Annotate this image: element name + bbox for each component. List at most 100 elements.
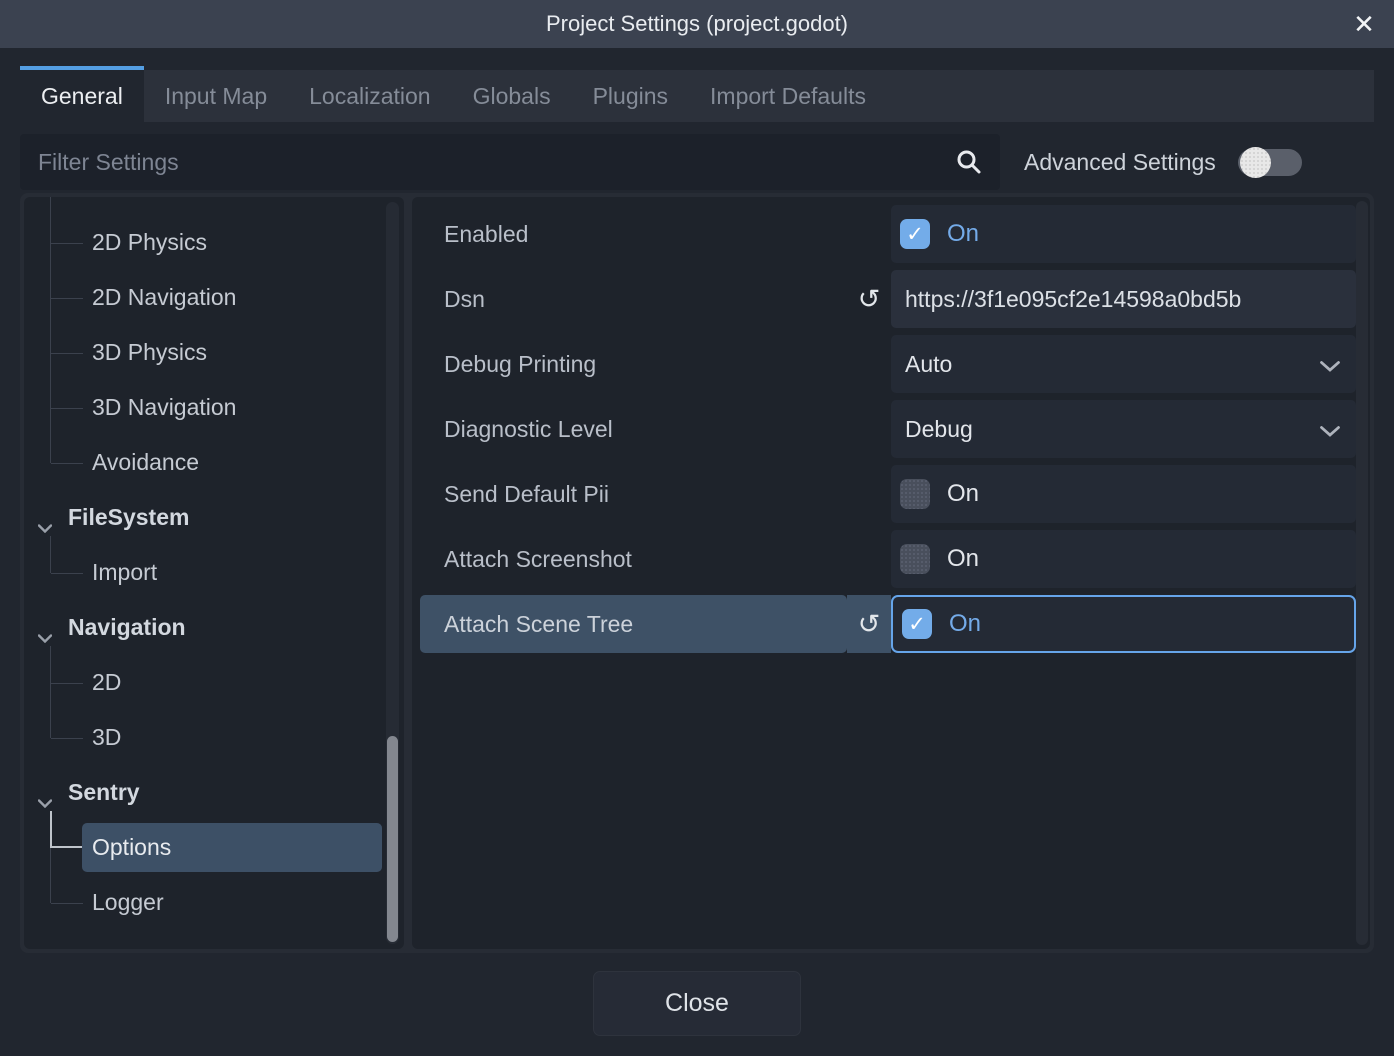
setting-row-attach-screenshot: Attach Screenshot On (420, 530, 1356, 588)
tab-globals[interactable]: Globals (452, 70, 572, 122)
tree-item-label: 2D Physics (92, 229, 207, 256)
tree-item-label: Navigation (68, 614, 186, 641)
tree-item-label: 3D (92, 724, 121, 751)
diagnostic-level-dropdown[interactable]: Debug (891, 400, 1356, 458)
checkbox-state-label: On (949, 610, 981, 638)
setting-label: Debug Printing (420, 335, 891, 393)
tree-item-label: Avoidance (92, 449, 199, 476)
chevron-down-icon (38, 512, 52, 539)
setting-row-dsn: Dsn ↺ https://3f1e095cf2e14598a0bd5b (420, 270, 1356, 328)
setting-label: Send Default Pii (420, 465, 891, 523)
tab-input-map[interactable]: Input Map (144, 70, 288, 122)
chevron-down-icon (38, 787, 52, 814)
checkbox-unchecked-icon[interactable] (900, 544, 930, 574)
tree-item-3d-navigation[interactable]: 3D Navigation (24, 380, 404, 435)
setting-value-cell: On (891, 465, 1356, 523)
tree-item-navigation[interactable]: Navigation (24, 600, 404, 655)
tree-item-import[interactable]: Import (24, 545, 404, 600)
dropdown-selected-value: Debug (891, 416, 973, 443)
tree-connector (51, 683, 83, 684)
tree-item-filesystem[interactable]: FileSystem (24, 490, 404, 545)
tree-item-label: 2D Navigation (92, 284, 236, 311)
dialog-title: Project Settings (project.godot) (546, 11, 848, 37)
setting-label-text: Attach Scene Tree (444, 611, 633, 638)
tree-connector (51, 738, 83, 739)
tree-connector (51, 408, 83, 409)
tree-item-logger[interactable]: Logger (24, 875, 404, 930)
close-icon[interactable]: ✕ (1348, 8, 1380, 40)
setting-row-enabled: Enabled ✓ On (420, 205, 1356, 263)
filter-row: Filter Settings Advanced Settings (20, 134, 1374, 190)
tree-item-sentry[interactable]: Sentry (24, 765, 404, 820)
setting-row-send-default-pii: Send Default Pii On (420, 465, 1356, 523)
setting-row-diagnostic-level: Diagnostic Level Debug (420, 400, 1356, 458)
tab-general[interactable]: General (20, 66, 144, 122)
setting-label-text: Dsn (444, 286, 485, 313)
checkbox-unchecked-icon[interactable] (900, 479, 930, 509)
dropdown-selected-value: Auto (891, 351, 952, 378)
checkbox-state-label: On (947, 220, 979, 248)
tree-connector (51, 903, 83, 904)
revert-icon[interactable]: ↺ (847, 595, 891, 653)
chevron-down-icon (1320, 359, 1340, 377)
setting-label-text: Send Default Pii (444, 481, 609, 508)
setting-label: Diagnostic Level (420, 400, 891, 458)
dsn-value: https://3f1e095cf2e14598a0bd5b (891, 286, 1356, 313)
tree-item-label: Sentry (68, 779, 140, 806)
setting-label-text: Attach Screenshot (444, 546, 632, 573)
tab-import-defaults[interactable]: Import Defaults (689, 70, 887, 122)
tree-item-label: Import (92, 559, 157, 586)
checkbox-checked-icon[interactable]: ✓ (902, 609, 932, 639)
search-icon (955, 148, 982, 180)
checkbox-state-label: On (947, 480, 979, 508)
setting-label-text: Debug Printing (444, 351, 596, 378)
toggle-knob (1240, 147, 1271, 178)
tree-group-navigation: Navigation 2D 3D (24, 600, 404, 765)
setting-value-cell: ✓ On (891, 205, 1356, 263)
advanced-settings-label: Advanced Settings (1024, 149, 1216, 176)
tree-item-avoidance[interactable]: Avoidance (24, 435, 404, 490)
setting-row-debug-printing: Debug Printing Auto (420, 335, 1356, 393)
debug-printing-dropdown[interactable]: Auto (891, 335, 1356, 393)
tree-item-nav-3d[interactable]: 3D (24, 710, 404, 765)
tree-scrollbar-thumb[interactable] (387, 736, 398, 942)
tree-item-label: FileSystem (68, 504, 189, 531)
settings-panels: 2D Physics 2D Navigation 3D Physics 3D N… (20, 193, 1374, 953)
tab-plugins[interactable]: Plugins (572, 70, 689, 122)
revert-icon[interactable]: ↺ (847, 270, 891, 328)
checkbox-state-label: On (947, 545, 979, 573)
tab-bar: General Input Map Localization Globals P… (20, 70, 1374, 122)
advanced-settings-toggle[interactable] (1238, 149, 1302, 176)
settings-properties-panel: Enabled ✓ On Dsn ↺ https://3f1e095cf2e14… (412, 197, 1370, 949)
tree-connector-selected (50, 846, 82, 848)
setting-label-text: Enabled (444, 221, 528, 248)
tree-connector (51, 353, 83, 354)
tree-connector-selected (50, 811, 52, 848)
tab-localization[interactable]: Localization (288, 70, 451, 122)
search-input[interactable]: Filter Settings (20, 134, 1000, 190)
tree-connector (51, 463, 83, 464)
tree-item-3d-physics[interactable]: 3D Physics (24, 325, 404, 380)
tree-item-2d-navigation[interactable]: 2D Navigation (24, 270, 404, 325)
dialog-titlebar: Project Settings (project.godot) ✕ (0, 0, 1394, 48)
chevron-down-icon (38, 622, 52, 649)
setting-row-attach-scene-tree: Attach Scene Tree ↺ ✓ On (420, 595, 1356, 653)
setting-value-cell-focused: ✓ On (891, 595, 1356, 653)
close-button[interactable]: Close (593, 971, 801, 1036)
setting-label: Attach Scene Tree (420, 595, 847, 653)
tree-connector (51, 243, 83, 244)
tree-group-sentry: Sentry Options Logger (24, 765, 404, 930)
settings-tree: 2D Physics 2D Navigation 3D Physics 3D N… (24, 197, 404, 949)
dsn-input[interactable]: https://3f1e095cf2e14598a0bd5b (891, 270, 1356, 328)
tree-item-label: Logger (92, 889, 164, 916)
checkbox-checked-icon[interactable]: ✓ (900, 219, 930, 249)
tree-scrollbar[interactable] (386, 202, 399, 944)
tree-group-filesystem: FileSystem Import (24, 490, 404, 600)
setting-label: Attach Screenshot (420, 530, 891, 588)
tree-item-2d-physics[interactable]: 2D Physics (24, 215, 404, 270)
tree-item-label: 3D Physics (92, 339, 207, 366)
properties-scrollbar[interactable] (1356, 201, 1368, 945)
tree-item-nav-2d[interactable]: 2D (24, 655, 404, 710)
setting-label-text: Diagnostic Level (444, 416, 613, 443)
search-placeholder: Filter Settings (38, 149, 179, 176)
